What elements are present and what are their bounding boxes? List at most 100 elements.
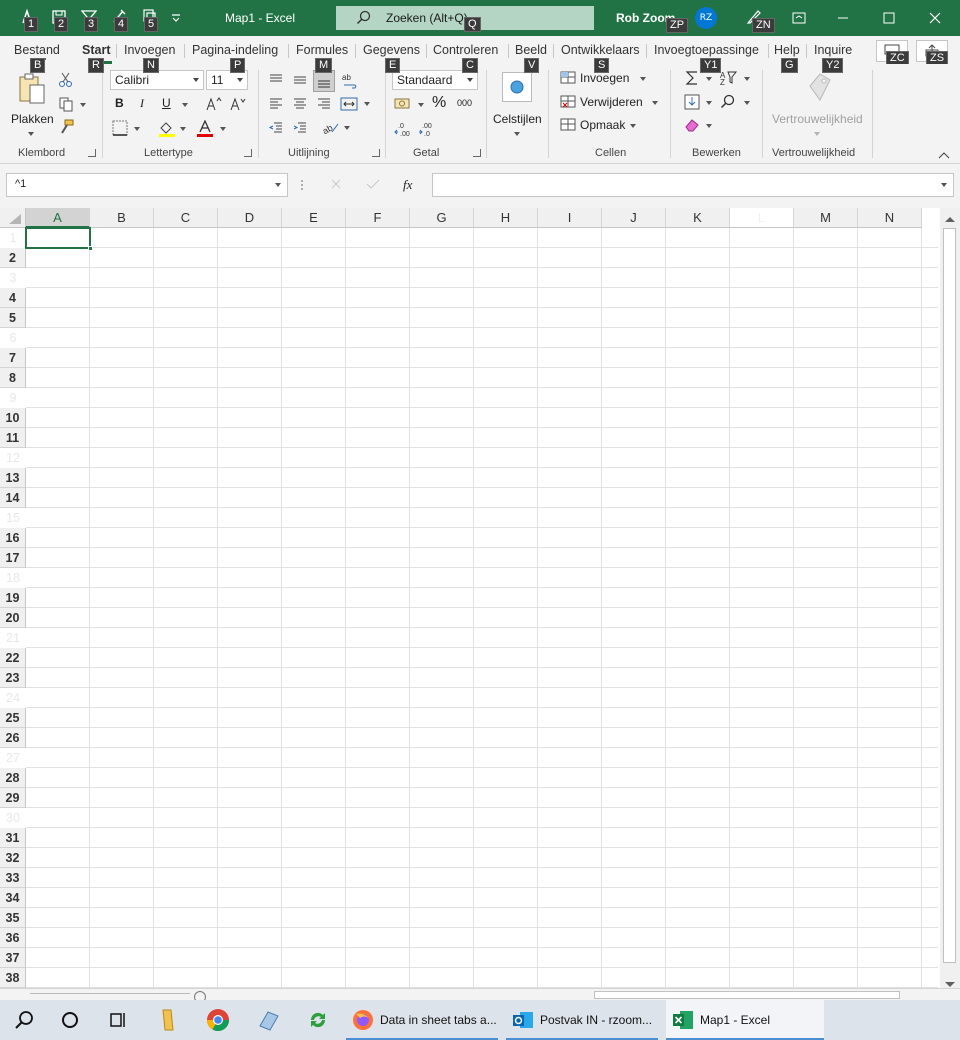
active-cell[interactable]: [25, 227, 91, 249]
horizontal-scroll-thumb[interactable]: [594, 991, 900, 999]
row-header-5[interactable]: 5: [0, 308, 26, 328]
row-header-34[interactable]: 34: [0, 888, 26, 908]
fill-button[interactable]: [684, 94, 714, 112]
column-header-i[interactable]: I: [538, 208, 602, 228]
task-view-icon[interactable]: [94, 1000, 142, 1040]
decrease-indent-button[interactable]: [268, 120, 284, 136]
column-header-j[interactable]: J: [602, 208, 666, 228]
column-header-k[interactable]: K: [666, 208, 730, 228]
percent-style-button[interactable]: %: [432, 94, 446, 112]
taskbar-app-excel[interactable]: Map1 - Excel: [666, 1000, 824, 1040]
select-all-corner[interactable]: [0, 208, 26, 228]
taskbar-app-outlook[interactable]: Postvak IN - rzoom...: [506, 1000, 658, 1040]
vertical-scroll-thumb[interactable]: [943, 228, 956, 963]
font-size-combo[interactable]: 11: [206, 70, 248, 90]
column-header-n[interactable]: N: [858, 208, 922, 228]
comma-style-button[interactable]: 000: [457, 98, 472, 108]
column-header-c[interactable]: C: [154, 208, 218, 228]
row-header-26[interactable]: 26: [0, 728, 26, 748]
paste-button[interactable]: Plakken: [10, 70, 54, 140]
tab-controleren[interactable]: Controleren: [433, 43, 498, 57]
row-header-38[interactable]: 38: [0, 968, 26, 988]
insert-function-button[interactable]: fx: [403, 177, 412, 193]
scroll-up-icon[interactable]: [944, 212, 956, 222]
align-top-button[interactable]: [268, 72, 284, 88]
clipboard-launcher-icon[interactable]: [88, 149, 96, 157]
format-cells-button[interactable]: Opmaak: [560, 117, 640, 135]
row-header-16[interactable]: 16: [0, 528, 26, 548]
find-select-button[interactable]: [720, 94, 752, 112]
align-middle-button[interactable]: [292, 72, 308, 88]
collapse-ribbon-chevron-icon[interactable]: [938, 148, 952, 160]
row-header-9[interactable]: 9: [0, 388, 26, 408]
row-header-33[interactable]: 33: [0, 868, 26, 888]
number-launcher-icon[interactable]: [473, 149, 481, 157]
coauthor-pen-icon[interactable]: ZN: [742, 6, 775, 33]
row-header-25[interactable]: 25: [0, 708, 26, 728]
column-header-g[interactable]: G: [410, 208, 474, 228]
borders-button[interactable]: [112, 120, 144, 138]
number-format-combo[interactable]: Standaard: [392, 70, 478, 90]
row-header-10[interactable]: 10: [0, 408, 26, 428]
search-input[interactable]: Zoeken (Alt+Q) Q: [336, 6, 594, 32]
font-launcher-icon[interactable]: [244, 149, 252, 157]
row-header-11[interactable]: 11: [0, 428, 26, 448]
minimize-button[interactable]: [820, 0, 866, 36]
tab-pagina-indeling[interactable]: Pagina-indeling: [192, 43, 278, 57]
row-header-17[interactable]: 17: [0, 548, 26, 568]
tab-gegevens[interactable]: Gegevens: [363, 43, 420, 57]
row-header-31[interactable]: 31: [0, 828, 26, 848]
column-header-d[interactable]: D: [218, 208, 282, 228]
row-header-18[interactable]: 18: [0, 568, 26, 588]
chrome-icon[interactable]: [194, 1000, 242, 1040]
column-header-f[interactable]: F: [346, 208, 410, 228]
brush-icon[interactable]: 4: [108, 6, 130, 32]
increase-decimal-button[interactable]: .0.00: [394, 120, 414, 138]
increase-indent-button[interactable]: [292, 120, 308, 136]
row-header-2[interactable]: 2: [0, 248, 26, 268]
cell-styles-button[interactable]: Celstijlen: [492, 70, 542, 140]
sync-app-icon[interactable]: [294, 1000, 342, 1040]
maximize-button[interactable]: [866, 0, 912, 36]
row-header-7[interactable]: 7: [0, 348, 26, 368]
row-header-21[interactable]: 21: [0, 628, 26, 648]
row-header-12[interactable]: 12: [0, 448, 26, 468]
column-header-l[interactable]: L: [730, 208, 794, 228]
copy-icon[interactable]: 5: [138, 6, 160, 32]
ribbon-display-options-button[interactable]: [775, 0, 821, 36]
cut-button[interactable]: [58, 72, 76, 90]
sort-filter-button[interactable]: AZ: [720, 70, 752, 88]
increase-font-size-button[interactable]: [206, 96, 224, 114]
formula-bar-grip-icon[interactable]: [300, 178, 306, 192]
row-header-30[interactable]: 30: [0, 808, 26, 828]
row-header-4[interactable]: 4: [0, 288, 26, 308]
orientation-button[interactable]: ab: [321, 120, 354, 136]
column-header-b[interactable]: B: [90, 208, 154, 228]
fill-color-button[interactable]: [158, 120, 190, 138]
row-header-23[interactable]: 23: [0, 668, 26, 688]
wrap-text-button[interactable]: ab: [342, 72, 358, 90]
italic-button[interactable]: I: [140, 96, 144, 111]
column-header-h[interactable]: H: [474, 208, 538, 228]
delete-cells-button[interactable]: Verwijderen: [560, 94, 660, 112]
customize-qat-chevron-icon[interactable]: [166, 6, 188, 30]
file-explorer-icon[interactable]: [144, 1000, 192, 1040]
spreadsheet-grid[interactable]: ABCDEFGHIJKLMN 1 2 3 4 5 6 7 8 9 10 11 12 13 14 15 16 17…: [0, 208, 940, 988]
underline-button[interactable]: U: [162, 96, 171, 110]
tab-beeld[interactable]: Beeld: [515, 43, 547, 57]
tab-bestand[interactable]: Bestand: [14, 43, 60, 57]
vertical-scrollbar[interactable]: [940, 208, 960, 990]
format-painter-button[interactable]: [58, 119, 76, 137]
tab-help[interactable]: Help: [774, 43, 800, 57]
formula-input[interactable]: [432, 173, 954, 197]
row-header-32[interactable]: 32: [0, 848, 26, 868]
row-header-36[interactable]: 36: [0, 928, 26, 948]
column-header-m[interactable]: M: [794, 208, 858, 228]
row-header-24[interactable]: 24: [0, 688, 26, 708]
fill-handle[interactable]: [88, 246, 93, 251]
avatar[interactable]: RZ: [695, 7, 717, 29]
scroll-down-icon[interactable]: [944, 978, 956, 988]
align-bottom-button[interactable]: [313, 70, 335, 92]
font-color-button[interactable]: [196, 119, 228, 138]
row-header-14[interactable]: 14: [0, 488, 26, 508]
